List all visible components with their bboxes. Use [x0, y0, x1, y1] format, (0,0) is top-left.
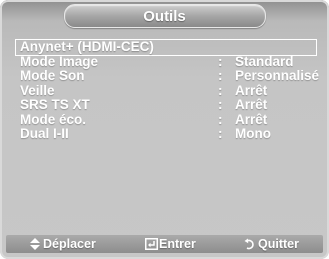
menu-item-separator: :: [218, 97, 223, 112]
menu-item-label: Veille: [20, 82, 55, 98]
menu-item-value: Standard: [235, 53, 294, 69]
menu-item-label: Mode Son: [20, 68, 85, 83]
menu-item-anynet[interactable]: Anynet+ (HDMI-CEC): [15, 39, 317, 56]
menu-item-srs-ts-xt[interactable]: SRS TS XT : Arrêt: [16, 97, 316, 113]
menu-item-mode-image[interactable]: Mode Image : Standard: [16, 53, 316, 70]
menu-title-bar: Outils: [63, 4, 266, 28]
menu-item-label: SRS TS XT: [20, 97, 90, 112]
footer-bar: Déplacer Entrer Quitter: [6, 235, 323, 253]
menu-title: Outils: [143, 7, 186, 25]
menu-item-value: Arrêt: [235, 97, 268, 112]
footer-enter-hint: Entrer: [145, 235, 196, 253]
menu-item-veille[interactable]: Veille : Arrêt: [16, 82, 316, 99]
return-icon: [244, 238, 255, 250]
menu-item-value: Personnalisé: [235, 68, 320, 83]
footer-quit-label: Quitter: [258, 237, 299, 251]
footer-move-label: Déplacer: [43, 237, 96, 251]
tools-menu-screen: Outils Anynet+ (HDMI-CEC) Mode Image : S…: [0, 0, 329, 259]
menu-item-label: Mode Image: [20, 53, 99, 69]
menu-item-label: Anynet+ (HDMI-CEC): [20, 39, 154, 54]
footer-move-hint: Déplacer: [30, 235, 96, 253]
menu-item-value: Mono: [235, 126, 271, 141]
menu-list: Anynet+ (HDMI-CEC) Mode Image : Standard…: [15, 39, 320, 142]
menu-item-separator: :: [218, 111, 223, 127]
menu-item-label: Dual I-II: [20, 126, 69, 141]
menu-item-mode-son[interactable]: Mode Son : Personnalisé: [16, 68, 320, 84]
footer-enter-label: Entrer: [159, 237, 196, 251]
menu-item-dual[interactable]: Dual I-II : Mono: [16, 126, 316, 142]
up-down-arrow-icon: [30, 238, 40, 250]
footer-quit-hint: Quitter: [244, 235, 299, 253]
menu-item-separator: :: [218, 126, 223, 141]
menu-item-separator: :: [218, 68, 223, 83]
menu-item-separator: :: [218, 53, 223, 69]
menu-item-value: Arrêt: [235, 111, 268, 127]
menu-item-value: Arrêt: [235, 82, 268, 98]
menu-item-mode-eco[interactable]: Mode éco. : Arrêt: [16, 111, 316, 128]
menu-item-separator: :: [218, 82, 223, 98]
enter-icon: [145, 238, 158, 250]
menu-item-label: Mode éco.: [20, 111, 87, 127]
